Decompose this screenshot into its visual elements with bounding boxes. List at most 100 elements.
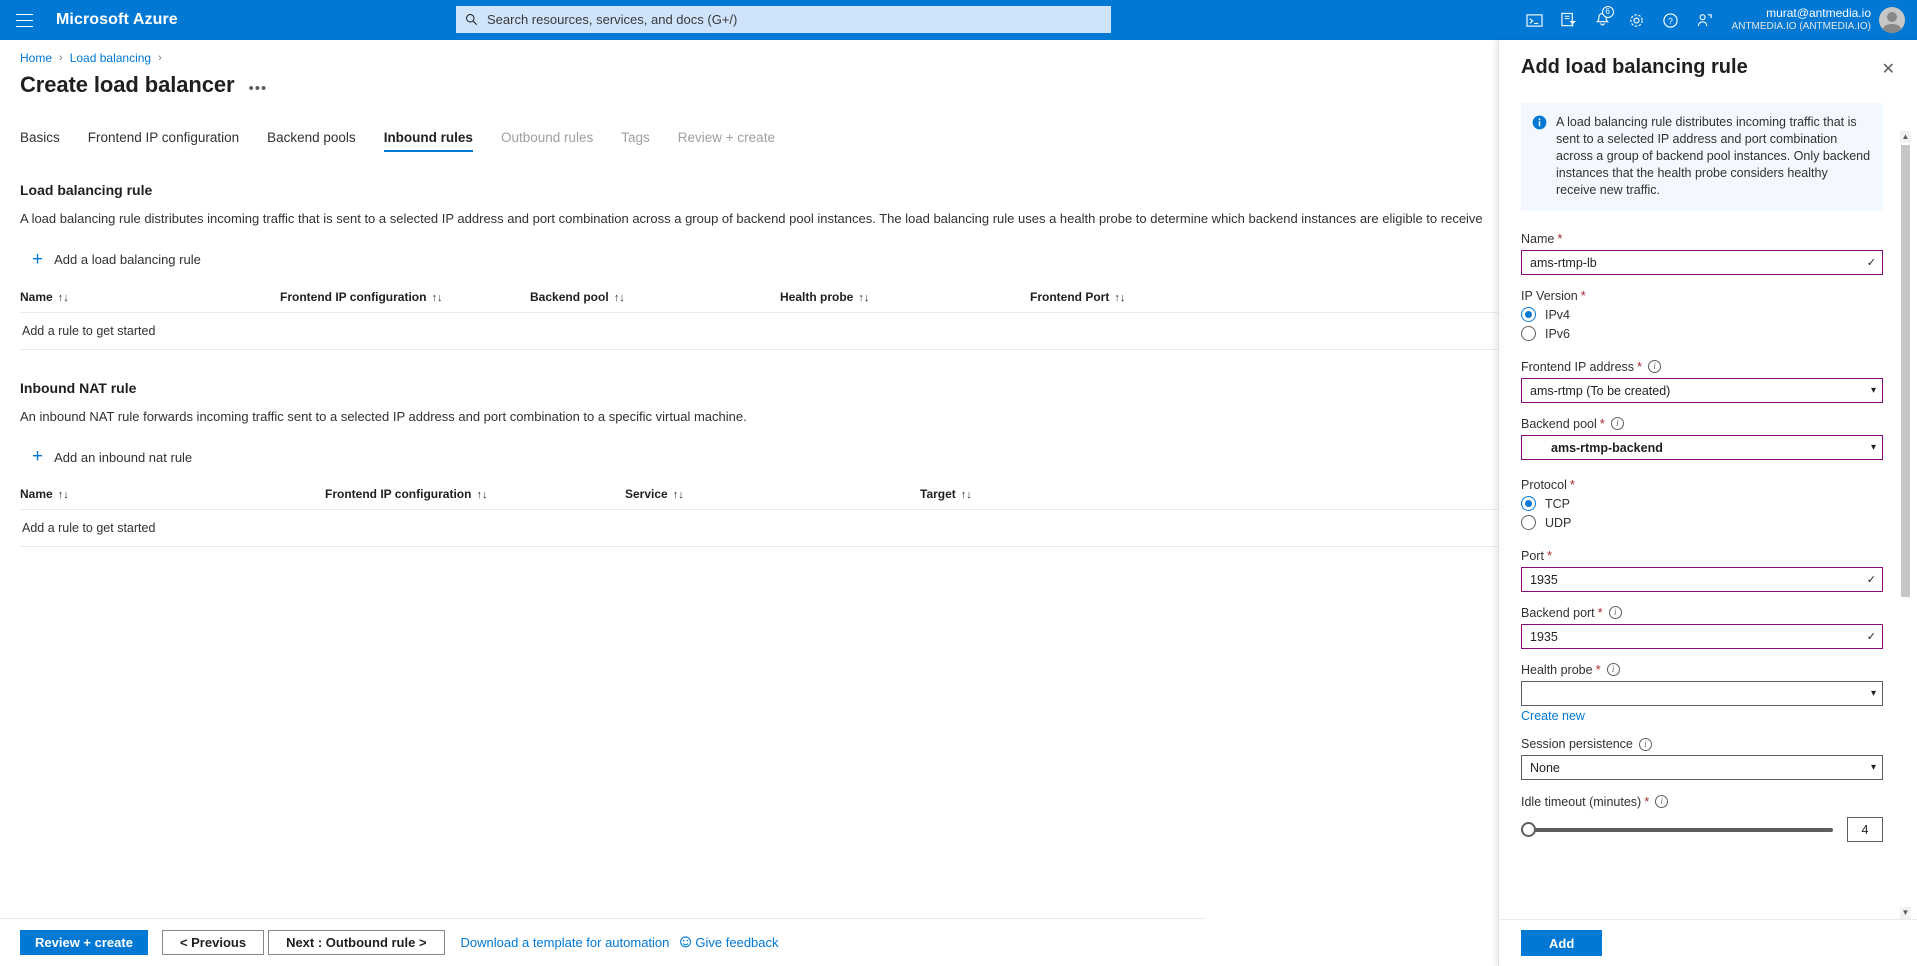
required-asterisk: * <box>1546 548 1552 563</box>
sort-icon[interactable]: ↑↓ <box>476 489 487 501</box>
cloud-shell-icon[interactable] <box>1518 0 1552 40</box>
label-health-probe: Health probe * i <box>1521 662 1883 677</box>
settings-gear-icon[interactable] <box>1620 0 1654 40</box>
add-load-balancing-rule-button[interactable]: + Add a load balancing rule <box>20 248 201 270</box>
close-icon[interactable]: ✕ <box>1878 59 1899 81</box>
sort-icon[interactable]: ↑↓ <box>858 292 869 304</box>
global-search-box[interactable] <box>456 6 1111 33</box>
session-persistence-value: None <box>1530 760 1560 775</box>
column-header-nat-frontend-ip-configuration[interactable]: Frontend IP configuration ↑↓ <box>325 483 625 510</box>
field-frontend-ip-address: Frontend IP address * i ams-rtmp (To be c… <box>1521 359 1883 403</box>
notifications-icon[interactable]: 6 <box>1586 0 1620 40</box>
checkmark-icon: ✓ <box>1866 257 1876 269</box>
more-options-icon[interactable]: ••• <box>248 81 267 96</box>
tab-frontend-ip-configuration[interactable]: Frontend IP configuration <box>88 130 239 152</box>
breadcrumb-separator: › <box>59 52 63 64</box>
backend-port-input[interactable]: 1935 ✓ <box>1521 624 1883 649</box>
radio-udp-label: UDP <box>1545 515 1572 530</box>
search-input[interactable] <box>485 11 1102 28</box>
column-header-name[interactable]: Name ↑↓ <box>20 285 280 313</box>
label-backend-pool: Backend pool * i <box>1521 416 1883 431</box>
sort-icon[interactable]: ↑↓ <box>673 489 684 501</box>
sort-icon[interactable]: ↑↓ <box>431 292 442 304</box>
column-header-nat-service[interactable]: Service ↑↓ <box>625 483 920 510</box>
account-menu[interactable]: murat@antmedia.io ANTMEDIA.IO (ANTMEDIA.… <box>1728 7 1909 33</box>
download-template-link[interactable]: Download a template for automation <box>461 935 670 950</box>
session-persistence-dropdown[interactable]: None ▾ <box>1521 755 1883 780</box>
scrollbar-thumb[interactable] <box>1901 145 1910 597</box>
radio-button-icon <box>1521 515 1536 530</box>
sort-icon[interactable]: ↑↓ <box>58 489 69 501</box>
radio-tcp[interactable]: TCP <box>1521 496 1883 511</box>
info-banner-text: A load balancing rule distributes incomi… <box>1556 115 1871 197</box>
name-input[interactable]: ams-rtmp-lb ✓ <box>1521 250 1883 275</box>
add-button[interactable]: Add <box>1521 930 1603 956</box>
azure-brand-logo[interactable]: Microsoft Azure <box>56 11 178 29</box>
info-tooltip-icon[interactable]: i <box>1610 417 1624 430</box>
breadcrumb-item-load-balancing[interactable]: Load balancing <box>70 51 151 65</box>
radio-ipv6[interactable]: IPv6 <box>1521 326 1883 341</box>
field-backend-pool: Backend pool * i ams-rtmp-backend ▾ <box>1521 416 1883 460</box>
port-input-value: 1935 <box>1530 572 1558 587</box>
frontend-ip-value: ams-rtmp (To be created) <box>1530 383 1671 398</box>
tab-basics[interactable]: Basics <box>20 130 60 152</box>
sort-icon[interactable]: ↑↓ <box>1114 292 1125 304</box>
create-new-health-probe-link[interactable]: Create new <box>1521 709 1585 723</box>
required-asterisk: * <box>1557 231 1563 246</box>
sort-icon[interactable]: ↑↓ <box>961 489 972 501</box>
radio-udp[interactable]: UDP <box>1521 515 1883 530</box>
notification-count-badge: 6 <box>1601 6 1614 18</box>
info-tooltip-icon[interactable]: i <box>1648 360 1662 373</box>
label-port: Port * <box>1521 548 1552 563</box>
breadcrumb-item-home[interactable]: Home <box>20 51 52 65</box>
idle-timeout-slider-row: 4 <box>1521 817 1883 842</box>
feedback-person-icon[interactable] <box>1688 0 1722 40</box>
required-asterisk: * <box>1595 662 1601 677</box>
health-probe-dropdown[interactable]: ▾ <box>1521 681 1883 706</box>
chevron-down-icon: ▾ <box>1870 688 1876 699</box>
previous-button[interactable]: < Previous <box>161 930 265 955</box>
blade-scrollbar[interactable]: ▲ ▼ <box>1900 131 1911 919</box>
port-input[interactable]: 1935 ✓ <box>1521 567 1883 592</box>
directories-filter-icon[interactable] <box>1552 0 1586 40</box>
idle-timeout-slider[interactable] <box>1521 821 1833 837</box>
required-asterisk: * <box>1597 605 1603 620</box>
idle-timeout-value-input[interactable]: 4 <box>1847 817 1883 842</box>
column-header-frontend-ip-configuration[interactable]: Frontend IP configuration ↑↓ <box>280 285 530 313</box>
info-tooltip-icon[interactable]: i <box>1608 606 1622 619</box>
next-outbound-rule-button[interactable]: Next : Outbound rule > <box>268 930 445 955</box>
checkmark-icon: ✓ <box>1866 631 1876 643</box>
field-session-persistence: Session persistence i None ▾ <box>1521 737 1883 780</box>
give-feedback-button[interactable]: Give feedback <box>679 935 779 950</box>
field-name: Name * ams-rtmp-lb ✓ <box>1521 231 1883 275</box>
label-backend-port: Backend port * i <box>1521 605 1883 620</box>
scroll-down-arrow-icon[interactable]: ▼ <box>1900 907 1911 919</box>
review-create-button[interactable]: Review + create <box>20 930 148 955</box>
sort-icon[interactable]: ↑↓ <box>614 292 625 304</box>
info-tooltip-icon[interactable]: i <box>1655 795 1669 808</box>
plus-icon: + <box>32 248 44 270</box>
help-icon[interactable]: ? <box>1654 0 1688 40</box>
info-tooltip-icon[interactable]: i <box>1606 663 1620 676</box>
column-header-backend-pool[interactable]: Backend pool ↑↓ <box>530 285 780 313</box>
add-inbound-nat-rule-button[interactable]: + Add an inbound nat rule <box>20 446 192 467</box>
column-header-nat-name[interactable]: Name ↑↓ <box>20 483 325 510</box>
tab-backend-pools[interactable]: Backend pools <box>267 130 356 152</box>
avatar[interactable] <box>1879 7 1905 33</box>
sort-icon[interactable]: ↑↓ <box>58 292 69 304</box>
scroll-up-arrow-icon[interactable]: ▲ <box>1900 131 1911 143</box>
frontend-ip-dropdown[interactable]: ams-rtmp (To be created) ▾ <box>1521 378 1883 403</box>
checkmark-icon: ✓ <box>1866 574 1876 586</box>
blade-header: Add load balancing rule ✕ <box>1499 40 1917 81</box>
info-tooltip-icon[interactable]: i <box>1638 737 1652 751</box>
plus-icon: + <box>32 446 44 467</box>
hamburger-menu-icon[interactable] <box>0 0 48 40</box>
tab-inbound-rules[interactable]: Inbound rules <box>383 130 474 152</box>
radio-ipv4[interactable]: IPv4 <box>1521 307 1883 322</box>
tab-outbound-rules: Outbound rules <box>500 130 594 145</box>
column-header-health-probe[interactable]: Health probe ↑↓ <box>780 285 1030 313</box>
search-icon <box>466 14 478 26</box>
slider-thumb[interactable] <box>1521 821 1536 837</box>
backend-pool-dropdown[interactable]: ams-rtmp-backend ▾ <box>1521 435 1883 460</box>
blade-footer: Add <box>1499 919 1917 966</box>
